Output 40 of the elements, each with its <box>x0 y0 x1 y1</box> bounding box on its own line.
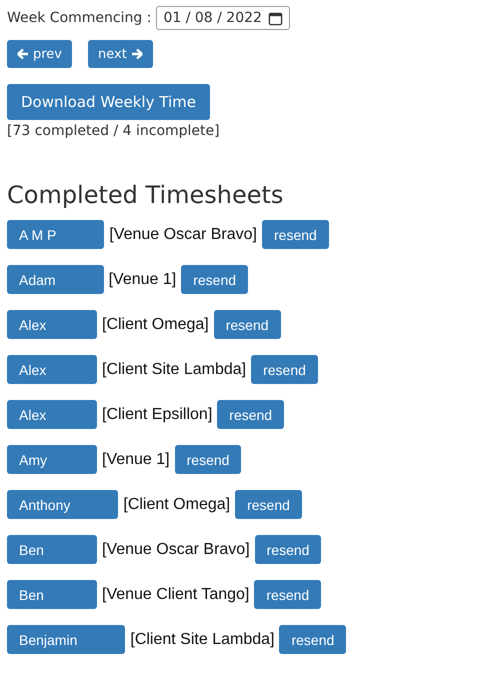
site-label: [Client Site Lambda] <box>102 360 246 378</box>
site-label: [Venue 1] <box>108 270 176 288</box>
resend-button[interactable]: resend <box>254 535 322 564</box>
employee-button[interactable]: Alex <box>7 355 97 384</box>
employee-button[interactable]: Alex <box>7 310 97 339</box>
employee-button[interactable]: Ben <box>7 535 97 564</box>
site-label: [Venue 1] <box>102 450 170 468</box>
site-label: [Client Site Lambda] <box>130 630 274 648</box>
site-label: [Client Omega] <box>123 496 230 514</box>
download-button[interactable]: Download Weekly Time <box>7 84 210 120</box>
site-label: [Venue Oscar Bravo] <box>109 226 257 244</box>
employee-button[interactable]: Anthony <box>7 490 118 519</box>
resend-button[interactable]: resend <box>174 445 242 474</box>
site-label: [Venue Client Tango] <box>102 586 250 604</box>
resend-button[interactable]: resend <box>254 580 322 609</box>
next-button[interactable]: next <box>88 40 153 68</box>
employee-button[interactable]: Adam <box>7 265 104 294</box>
week-label: Week Commencing : <box>7 10 152 26</box>
employee-button[interactable]: Amy <box>7 445 97 474</box>
resend-button[interactable]: resend <box>235 490 302 519</box>
employee-button[interactable]: Alex <box>7 400 97 429</box>
section-title: Completed Timesheets <box>7 181 284 209</box>
summary-text: [73 completed / 4 incomplete] <box>7 123 220 139</box>
site-label: [Client Epsillon] <box>102 406 212 424</box>
employee-button[interactable]: A M P <box>7 220 104 249</box>
employee-button[interactable]: Ben <box>7 580 97 609</box>
date-field[interactable]: 01 / 08 / 2022 <box>156 6 290 30</box>
resend-button[interactable]: resend <box>262 220 329 249</box>
prev-button[interactable]: prev <box>7 40 72 68</box>
calendar-icon <box>268 10 283 26</box>
resend-button[interactable]: resend <box>217 400 284 429</box>
left-arrow-icon <box>17 48 29 60</box>
site-label: [Venue Oscar Bravo] <box>102 540 250 558</box>
resend-button[interactable]: resend <box>279 625 346 654</box>
resend-button[interactable]: resend <box>214 310 281 339</box>
employee-button[interactable]: Benjamin <box>7 625 126 654</box>
resend-button[interactable]: resend <box>251 355 318 384</box>
right-arrow-icon <box>130 48 143 60</box>
site-label: [Client Omega] <box>102 316 209 334</box>
resend-button[interactable]: resend <box>181 265 248 294</box>
